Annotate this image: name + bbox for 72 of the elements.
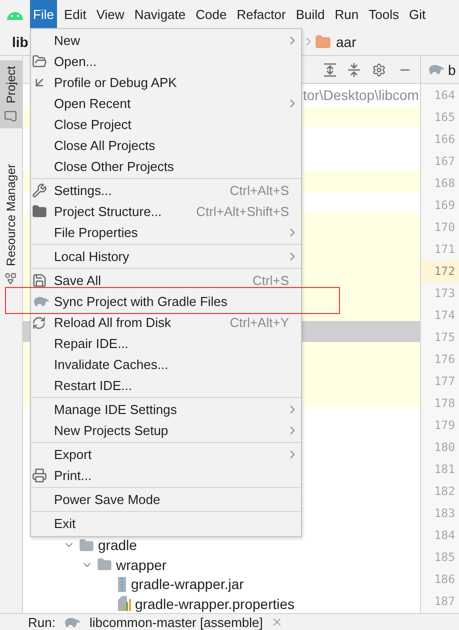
line-number: 182 — [433, 483, 456, 500]
line-number: 166 — [433, 131, 456, 148]
line-number: 172 — [421, 260, 459, 282]
tree-item[interactable]: gradle-wrapper.properties — [23, 594, 420, 614]
line-number: 185 — [433, 549, 456, 566]
line-number: 164 — [433, 87, 456, 104]
line-number: 183 — [433, 505, 456, 522]
menu-item[interactable]: New Projects Setup — [31, 420, 301, 441]
line-number: 174 — [433, 307, 456, 324]
shortcut: Ctrl+Alt+Shift+S — [196, 204, 289, 219]
menu-item[interactable]: Settings... Ctrl+Alt+S — [31, 180, 301, 201]
menu-item[interactable]: Restart IDE... — [31, 375, 301, 396]
menu-item[interactable]: Profile or Debug APK — [31, 72, 301, 93]
menu-item[interactable]: Repair IDE... — [31, 333, 301, 354]
run-config-tab[interactable]: libcommon-master [assemble] — [89, 614, 263, 630]
menu-bar-item[interactable]: Build — [292, 0, 328, 28]
menu-item[interactable]: Exit — [31, 513, 301, 534]
line-number: 173 — [433, 285, 456, 302]
line-number: 181 — [433, 461, 456, 478]
menu-item[interactable]: Power Save Mode — [31, 489, 301, 510]
menu-bar-item[interactable]: File — [30, 0, 57, 28]
tool-window-tab[interactable]: Resource Manager — [0, 158, 22, 292]
menu-item[interactable]: Print... — [31, 465, 301, 486]
shortcut: Ctrl+Alt+S — [230, 183, 289, 198]
menu-item[interactable]: Save All Ctrl+S — [31, 270, 301, 291]
line-number: 167 — [433, 153, 456, 170]
menu-item[interactable]: Close Other Projects — [31, 156, 301, 177]
run-label: Run: — [28, 614, 56, 630]
menu-bar-item[interactable]: Edit — [60, 0, 90, 28]
line-number: 177 — [433, 373, 456, 390]
menu-bar-item[interactable]: Tools — [366, 0, 402, 28]
editor-tab[interactable]: b — [421, 56, 459, 84]
menu-item[interactable]: Close All Projects — [31, 135, 301, 156]
tree-item[interactable]: gradle — [23, 536, 420, 555]
menu-bar-item[interactable]: Git — [406, 0, 429, 28]
line-number: 186 — [433, 571, 456, 588]
menu-item[interactable]: Close Project — [31, 114, 301, 135]
line-number: 176 — [433, 351, 456, 368]
menu-bar-item[interactable]: Run — [332, 0, 362, 28]
menu-item[interactable]: Manage IDE Settings — [31, 399, 301, 420]
line-number: 168 — [433, 175, 456, 192]
tree-item[interactable]: gradle-wrapper.jar — [23, 574, 420, 594]
line-number: 178 — [433, 395, 456, 412]
menu-item[interactable]: Open... — [31, 51, 301, 72]
tool-window-tab[interactable]: Project — [0, 60, 22, 128]
menu-item[interactable]: Reload All from Disk Ctrl+Alt+Y — [31, 312, 301, 333]
line-number: 169 — [433, 197, 456, 214]
menu-item[interactable]: Project Structure... Ctrl+Alt+Shift+S — [31, 201, 301, 222]
menu-item[interactable]: New — [31, 30, 301, 51]
tree-item[interactable]: wrapper — [23, 555, 420, 574]
breadcrumb-item[interactable]: aar — [336, 34, 356, 50]
menu-bar-item[interactable]: Refactor — [234, 0, 289, 28]
menu-item[interactable]: File Properties — [31, 222, 301, 243]
project-path: tor\Desktop\libcom — [303, 86, 419, 103]
menu-item[interactable]: Local History — [31, 246, 301, 267]
line-number: 171 — [433, 241, 456, 258]
line-number: 184 — [433, 527, 456, 544]
line-number: 175 — [433, 329, 456, 346]
shortcut: Ctrl+Alt+Y — [230, 315, 289, 330]
line-number: 165 — [433, 109, 456, 126]
menu-item[interactable]: Export — [31, 444, 301, 465]
menu-bar-item[interactable]: Navigate — [131, 0, 189, 28]
shortcut: Ctrl+S — [252, 273, 289, 288]
menu-bar-item[interactable]: View — [93, 0, 128, 28]
line-number: 179 — [433, 417, 456, 434]
menu-item[interactable]: Invalidate Caches... — [31, 354, 301, 375]
line-number: 170 — [433, 219, 456, 236]
menu-bar-item[interactable]: Code — [192, 0, 230, 28]
menu-item[interactable]: Sync Project with Gradle Files — [31, 291, 301, 312]
menu-item[interactable]: Open Recent — [31, 93, 301, 114]
line-number: 180 — [433, 439, 456, 456]
line-number: 187 — [433, 593, 456, 610]
